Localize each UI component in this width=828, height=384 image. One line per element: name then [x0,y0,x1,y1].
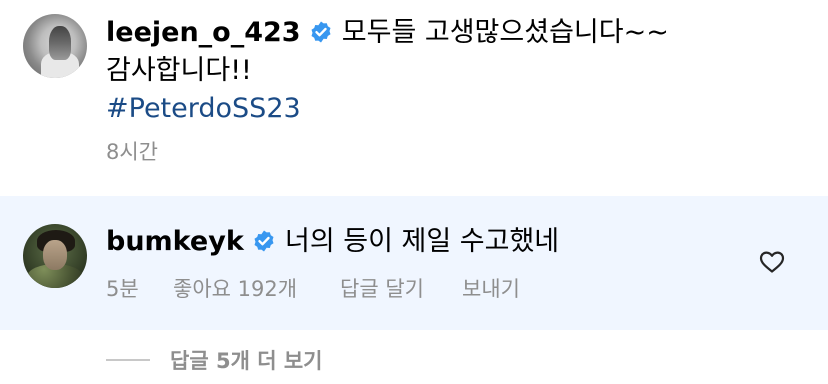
reply-button[interactable]: 답글 달기 [340,276,424,302]
caption-timestamp: 8시간 [106,140,159,164]
comment-reply [0,196,828,330]
heart-icon[interactable] [759,250,785,274]
caption-text: 모두들 고생많으셨습니다~~ [341,17,669,48]
send-button[interactable]: 보내기 [462,276,520,302]
caption-hashtag[interactable]: #PeterdoSS23 [106,92,301,126]
divider [106,359,150,361]
caption-text-line2: 감사합니다!! [106,55,252,86]
reply-username[interactable]: bumkeyk [106,226,244,257]
reply-first-line: bumkeyk 너의 등이 제일 수고했네 [106,225,559,259]
view-more-replies-label: 답글 5개 더 보기 [170,349,323,373]
caption-username[interactable]: leejen_o_423 [106,17,301,48]
verified-badge-icon [311,21,331,42]
reply-like-count[interactable]: 좋아요 192개 [173,276,297,302]
verified-badge-icon [254,230,274,251]
view-more-replies[interactable]: 답글 5개 더 보기 [106,345,322,375]
avatar[interactable] [23,14,87,78]
avatar[interactable] [23,224,87,288]
reply-timestamp: 5분 [106,277,139,301]
reply-text: 너의 등이 제일 수고했네 [284,226,560,257]
caption-first-line: leejen_o_423 모두들 고생많으셨습니다~~ [106,16,669,50]
